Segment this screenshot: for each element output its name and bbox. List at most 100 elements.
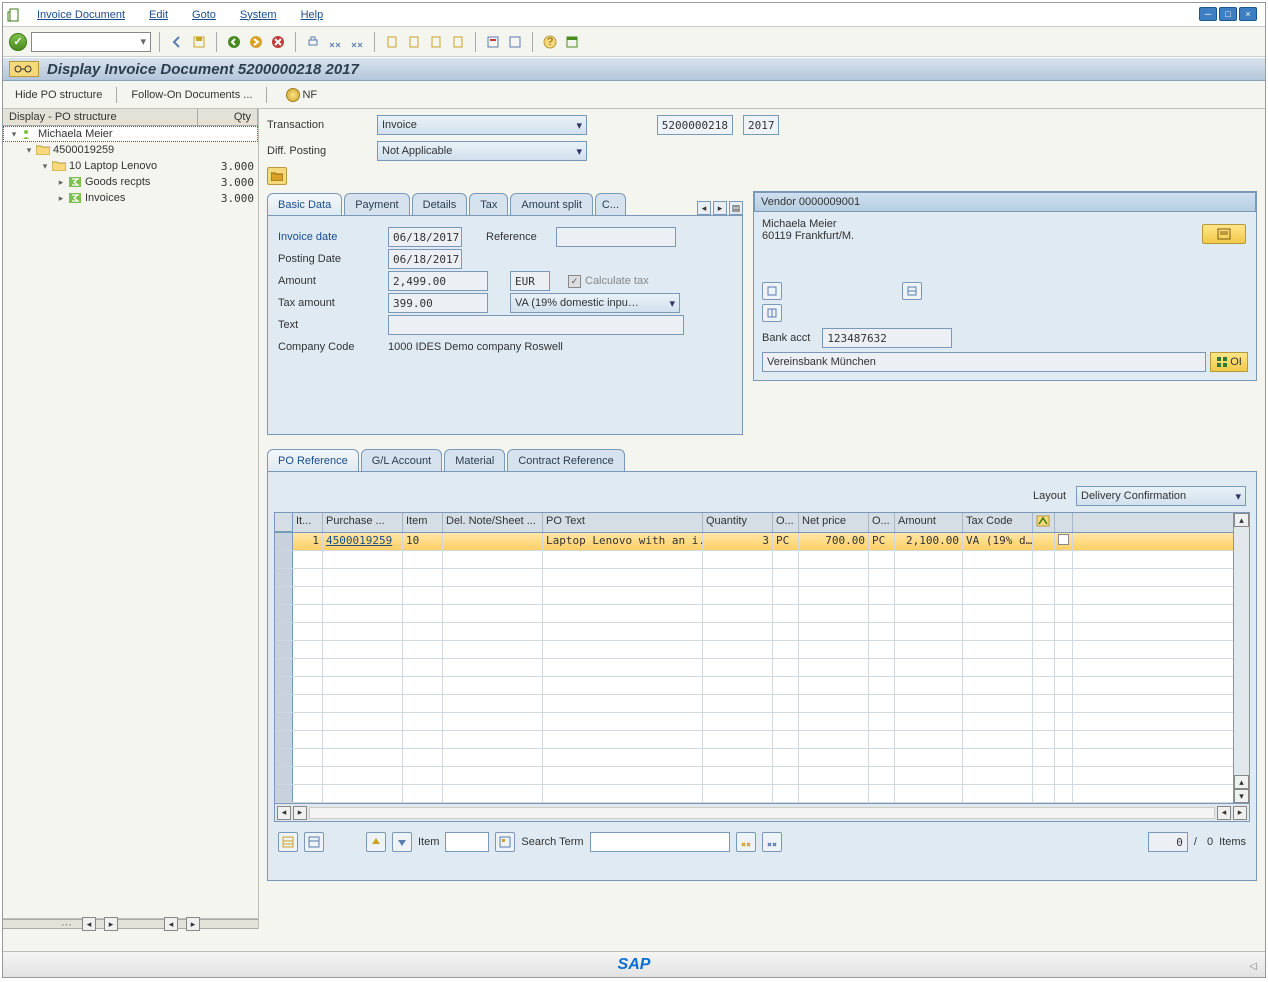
enter-button[interactable]: ✓: [9, 33, 27, 51]
new-session-icon[interactable]: [484, 33, 502, 51]
tree-expand-icon[interactable]: ▾: [23, 145, 35, 156]
tax-amount-field: 399.00: [388, 293, 488, 313]
tabstrip-scroll-right-icon[interactable]: ▸: [713, 201, 727, 215]
grid-header-po-text[interactable]: PO Text: [543, 513, 703, 532]
layout-select[interactable]: Delivery Confirmation▾: [1076, 486, 1246, 506]
find-next-icon[interactable]: [348, 33, 366, 51]
tab-payment[interactable]: Payment: [344, 193, 409, 215]
hide-po-structure-button[interactable]: Hide PO structure: [15, 89, 102, 101]
menu-system[interactable]: System: [230, 9, 287, 21]
tax-code-select[interactable]: VA (19% domestic inpu…▾: [510, 293, 680, 313]
window-maximize-icon[interactable]: □: [1219, 7, 1237, 21]
window-close-icon[interactable]: ×: [1239, 7, 1257, 21]
display-mode-icon[interactable]: [9, 61, 39, 77]
save-icon[interactable]: [190, 33, 208, 51]
select-all-button[interactable]: [278, 832, 298, 852]
invoice-date-label[interactable]: Invoice date: [278, 231, 388, 243]
tab-tax[interactable]: Tax: [469, 193, 508, 215]
deselect-all-button[interactable]: [304, 832, 324, 852]
grid-header-net-price[interactable]: Net price: [799, 513, 869, 532]
grid-cell-po-link[interactable]: 4500019259: [323, 533, 403, 550]
tab-amount-split[interactable]: Amount split: [510, 193, 593, 215]
tree-expand-icon[interactable]: ▾: [39, 161, 51, 172]
customize-icon[interactable]: [563, 33, 581, 51]
follow-on-documents-button[interactable]: Follow-On Documents ...: [131, 89, 252, 101]
grid-header-order-unit[interactable]: O...: [773, 513, 799, 532]
help-icon[interactable]: ?: [541, 33, 559, 51]
tree-row[interactable]: ▾10 Laptop Lenovo3.000: [3, 158, 258, 174]
basic-data-panel: Invoice date 06/18/2017 Reference Postin…: [267, 215, 743, 435]
print-icon[interactable]: [304, 33, 322, 51]
sort-asc-button[interactable]: [366, 832, 386, 852]
tree-row[interactable]: ▾Michaela Meier: [3, 126, 258, 142]
sort-desc-button[interactable]: [392, 832, 412, 852]
vendor-detail-button-1[interactable]: [762, 282, 782, 300]
tab-material[interactable]: Material: [444, 449, 505, 471]
nf-button[interactable]: NF: [281, 86, 322, 104]
vendor-detail-button-3[interactable]: [762, 304, 782, 322]
tree-row[interactable]: ▾4500019259: [3, 142, 258, 158]
application-toolbar: Hide PO structure Follow-On Documents ..…: [3, 81, 1265, 109]
shortcut-icon[interactable]: [506, 33, 524, 51]
grid-cell-tax-code[interactable]: VA (19% d… ▾: [963, 533, 1033, 550]
transaction-select[interactable]: Invoice▾: [377, 115, 587, 135]
grid-header-item[interactable]: Item: [403, 513, 443, 532]
find-next-button[interactable]: [762, 832, 782, 852]
item-grid[interactable]: It... Purchase ... Item Del. Note/Sheet …: [274, 512, 1250, 822]
open-items-button[interactable]: OI: [1210, 352, 1248, 372]
grid-vertical-scrollbar[interactable]: ▴▴▾: [1233, 513, 1249, 803]
find-icon[interactable]: [326, 33, 344, 51]
prev-page-icon[interactable]: [405, 33, 423, 51]
find-button[interactable]: [736, 832, 756, 852]
tree-expand-icon[interactable]: ▸: [55, 193, 67, 204]
grid-header-tax-code[interactable]: Tax Code: [963, 513, 1033, 532]
vendor-address-button[interactable]: [1202, 224, 1246, 244]
tab-contacts-truncated[interactable]: C...: [595, 193, 626, 215]
first-page-icon[interactable]: [383, 33, 401, 51]
nav-exit-icon[interactable]: [247, 33, 265, 51]
grid-header-delivery-note[interactable]: Del. Note/Sheet ...: [443, 513, 543, 532]
item-number-input[interactable]: [445, 832, 489, 852]
header-toggle-button[interactable]: [267, 167, 287, 185]
status-bar-menu-icon[interactable]: ◁: [1249, 961, 1257, 972]
tree-row[interactable]: ▸Invoices3.000: [3, 190, 258, 206]
tree-expand-icon[interactable]: ▸: [55, 177, 67, 188]
grid-header-settings-icon[interactable]: [1033, 513, 1055, 532]
grid-header-item-no[interactable]: It...: [293, 513, 323, 532]
vendor-detail-button-2[interactable]: [902, 282, 922, 300]
grid-data-row[interactable]: 1450001925910Laptop Lenovo with an i...3…: [275, 533, 1249, 551]
menu-edit[interactable]: Edit: [139, 9, 178, 21]
nav-cancel-icon[interactable]: [269, 33, 287, 51]
window-minimize-icon[interactable]: ─: [1199, 7, 1217, 21]
menu-goto[interactable]: Goto: [182, 9, 226, 21]
tree-splitter[interactable]: ⋯ ◂▸ ◂▸: [3, 919, 258, 929]
tab-details[interactable]: Details: [412, 193, 468, 215]
tabstrip-list-icon[interactable]: ▤: [729, 201, 743, 215]
tabstrip-scroll-left-icon[interactable]: ◂: [697, 201, 711, 215]
grid-empty-row: [275, 785, 1249, 803]
search-term-input[interactable]: [590, 832, 730, 852]
last-page-icon[interactable]: [449, 33, 467, 51]
grid-row-selector[interactable]: [275, 533, 293, 550]
tab-contract-reference[interactable]: Contract Reference: [507, 449, 624, 471]
tab-po-reference[interactable]: PO Reference: [267, 449, 359, 471]
menu-invoice-document[interactable]: Invoice Document: [27, 9, 135, 21]
grid-header-amount[interactable]: Amount: [895, 513, 963, 532]
tab-gl-account[interactable]: G/L Account: [361, 449, 443, 471]
grid-header-purchase-order[interactable]: Purchase ...: [323, 513, 403, 532]
item-search-help-icon[interactable]: [495, 832, 515, 852]
tree-expand-icon[interactable]: ▾: [8, 129, 20, 140]
command-field[interactable]: ▾: [31, 32, 151, 52]
po-structure-tree[interactable]: ▾Michaela Meier▾4500019259▾10 Laptop Len…: [3, 126, 258, 919]
next-page-icon[interactable]: [427, 33, 445, 51]
menu-help[interactable]: Help: [291, 9, 334, 21]
nav-back-icon[interactable]: [225, 33, 243, 51]
diff-posting-select[interactable]: Not Applicable▾: [377, 141, 587, 161]
grid-header-quantity[interactable]: Quantity: [703, 513, 773, 532]
back-icon[interactable]: [168, 33, 186, 51]
grid-header-price-unit[interactable]: O...: [869, 513, 895, 532]
grid-horizontal-scrollbar[interactable]: ◂▸◂▸: [275, 803, 1249, 821]
tab-basic-data[interactable]: Basic Data: [267, 193, 342, 215]
grid-empty-row: [275, 605, 1249, 623]
tree-row[interactable]: ▸Goods recpts3.000: [3, 174, 258, 190]
